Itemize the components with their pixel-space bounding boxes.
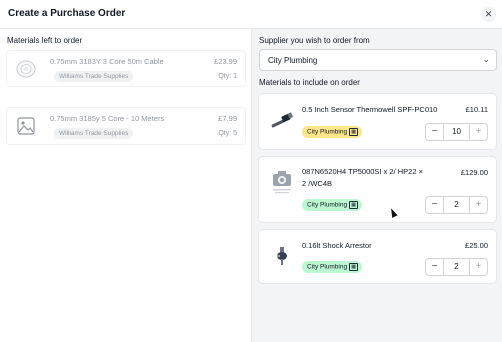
decrease-button[interactable]: − xyxy=(426,259,444,275)
order-item-card: 087N6520H4 TP5000SI x 2/ HP22 × 2 /WC4B … xyxy=(258,156,497,223)
order-item-name: 0.16lt Shock Arrestor xyxy=(302,241,372,250)
left-item-supplier: Williams Trade Supplies xyxy=(54,71,134,82)
left-item-qty: Qty: 5 xyxy=(218,130,237,137)
thermowell-icon xyxy=(269,108,295,134)
left-item-qty: Qty: 1 xyxy=(218,73,237,80)
image-placeholder-icon xyxy=(15,115,37,137)
left-item-price: £23.99 xyxy=(214,57,237,66)
shock-arrestor-icon xyxy=(269,243,295,269)
order-item-name: 087N6520H4 TP5000SI x 2/ HP22 × 2 /WC4B xyxy=(302,167,423,188)
order-item-name: 0.5 Inch Sensor Thermowell SPF-PC010 xyxy=(302,105,438,114)
quantity-stepper: − 10 + xyxy=(425,123,488,141)
modal-title: Create a Purchase Order xyxy=(8,8,126,19)
order-item-price: £25.00 xyxy=(465,241,488,250)
camera-placeholder-icon xyxy=(269,168,295,194)
quantity-input[interactable]: 2 xyxy=(444,197,469,213)
left-material-card[interactable]: 0.75mm 3185y 5 Core - 10 Meters £7.99 Wi… xyxy=(6,107,246,145)
order-item-card: 0.5 Inch Sensor Thermowell SPF-PC010 £10… xyxy=(258,93,497,150)
increase-button[interactable]: + xyxy=(469,259,487,275)
quantity-input[interactable]: 10 xyxy=(444,124,469,140)
quantity-stepper: − 2 + xyxy=(425,196,488,214)
increase-button[interactable]: + xyxy=(469,124,487,140)
quantity-stepper: − 2 + xyxy=(425,258,488,276)
supplier-select-value: City Plumbing xyxy=(268,56,318,65)
store-icon: ▦ xyxy=(349,263,359,271)
left-item-name: 0.75mm 3183Y 3 Core 50m Cable xyxy=(50,57,164,66)
left-item-name: 0.75mm 3185y 5 Core - 10 Meters xyxy=(50,114,165,123)
include-heading: Materials to include on order xyxy=(259,78,360,87)
supplier-badge-label: City Plumbing xyxy=(307,263,348,271)
supplier-badge-label: City Plumbing xyxy=(307,128,348,136)
order-item-price: £10.11 xyxy=(465,105,488,114)
supplier-heading: Supplier you wish to order from xyxy=(259,36,370,45)
supplier-badge: City Plumbing ▦ xyxy=(302,199,363,211)
modal-header: Create a Purchase Order ✕ xyxy=(0,0,502,29)
store-icon: ▦ xyxy=(349,201,359,209)
supplier-badge-label: City Plumbing xyxy=(307,201,348,209)
supplier-select[interactable]: City Plumbing ⌄ xyxy=(259,49,497,71)
materials-left-heading: Materials left to order xyxy=(7,36,83,45)
increase-button[interactable]: + xyxy=(469,197,487,213)
cable-reel-icon xyxy=(15,58,37,80)
quantity-input[interactable]: 2 xyxy=(444,259,469,275)
purchase-order-modal: Create a Purchase Order ✕ Materials left… xyxy=(0,0,502,342)
store-icon: ▦ xyxy=(349,128,359,136)
supplier-badge: City Plumbing ▦ xyxy=(302,126,363,138)
left-material-card[interactable]: 0.75mm 3183Y 3 Core 50m Cable £23.99 Wil… xyxy=(6,50,246,87)
decrease-button[interactable]: − xyxy=(426,124,444,140)
order-item-card: 0.16lt Shock Arrestor £25.00 City Plumbi… xyxy=(258,229,497,284)
chevron-down-icon: ⌄ xyxy=(482,54,490,64)
decrease-button[interactable]: − xyxy=(426,197,444,213)
left-item-supplier: Williams Trade Supplies xyxy=(54,128,134,139)
supplier-badge: City Plumbing ▦ xyxy=(302,261,363,273)
close-icon[interactable]: ✕ xyxy=(481,7,496,22)
order-item-price: £129.00 xyxy=(460,168,488,177)
left-item-price: £7.99 xyxy=(218,114,237,123)
